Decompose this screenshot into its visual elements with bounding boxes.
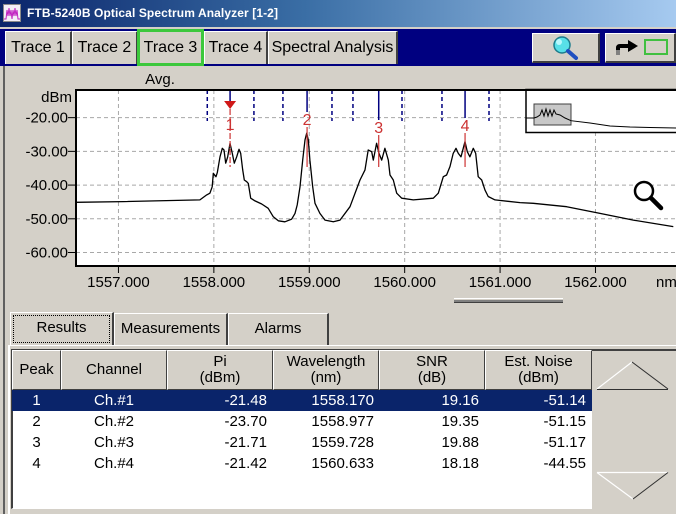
magnifier-icon [553, 36, 578, 60]
tab-panel-left-border [8, 345, 10, 514]
title-bar: FTB-5240B Optical Spectrum Analyzer [1-2… [0, 0, 676, 27]
cell-peak: 3 [32, 434, 41, 451]
column-header-unit: (dB) [417, 369, 447, 386]
peak-marker-label: 3 [374, 120, 383, 137]
tab-trace-1[interactable]: Trace 1 [5, 31, 72, 64]
cell-wavelength: 1560.633 [311, 455, 374, 472]
y-tick-label: -50.00 [25, 211, 68, 228]
table-row[interactable]: 3 Ch.#3 -21.71 1559.728 19.88 -51.17 [12, 432, 592, 453]
x-tick-label: 1559.000 [278, 274, 341, 291]
cell-pi: -23.70 [224, 413, 267, 430]
cell-peak: 2 [32, 413, 41, 430]
column-header-unit: (nm) [310, 369, 342, 386]
x-tick-label: 1557.000 [87, 274, 150, 291]
cell-snr: 18.18 [441, 455, 479, 472]
cell-wavelength: 1559.728 [311, 434, 374, 451]
tab-alarms[interactable]: Alarms [228, 313, 329, 345]
x-tick-label: 1558.000 [183, 274, 246, 291]
focus-outline [13, 315, 110, 343]
peak-marker-label: 4 [461, 118, 470, 135]
x-tick-label: 1561.000 [469, 274, 532, 291]
spectrum-chart[interactable]: Avg. dBm nm 1 2 3 4 1557.000 1558.000 1559.00… [0, 66, 676, 310]
chart-title: Avg. [145, 71, 175, 88]
cell-wavelength: 1558.170 [311, 392, 374, 409]
cell-pi: -21.71 [224, 434, 267, 451]
cell-snr: 19.16 [441, 392, 479, 409]
scroll-up-button[interactable] [594, 355, 674, 393]
x-tick-label: 1562.000 [564, 274, 627, 291]
zoom-button[interactable] [532, 33, 600, 63]
table-scroll-panel [592, 349, 676, 509]
x-axis-unit-label: nm [656, 274, 676, 291]
cell-est-noise: -51.15 [543, 413, 586, 430]
tab-trace-2[interactable]: Trace 2 [72, 31, 138, 64]
cell-est-noise: -51.17 [543, 434, 586, 451]
cell-channel: Ch.#2 [93, 413, 135, 430]
tab-spectral-analysis[interactable]: Spectral Analysis [268, 31, 398, 64]
y-tick-label: -30.00 [25, 143, 68, 160]
column-header-title: SNR [416, 353, 448, 370]
cell-pi: -21.48 [224, 392, 267, 409]
column-header-pi[interactable]: Pi (dBm) [167, 350, 273, 390]
cell-wavelength: 1558.977 [311, 413, 374, 430]
cell-snr: 19.35 [441, 413, 479, 430]
column-header-unit: (dBm) [518, 369, 559, 386]
peak-marker-label: 1 [226, 117, 235, 134]
cell-channel: Ch.#4 [93, 455, 135, 472]
cell-channel: Ch.#1 [93, 392, 135, 409]
column-header-channel[interactable]: Channel [61, 350, 167, 390]
column-header-peak[interactable]: Peak [12, 350, 61, 390]
tab-trace-4[interactable]: Trace 4 [204, 31, 268, 64]
column-header-title: Wavelength [286, 353, 366, 370]
column-header-title: Pi [213, 353, 227, 370]
column-header-title: Est. Noise [504, 353, 573, 370]
column-header-snr[interactable]: SNR (dB) [379, 350, 485, 390]
cell-est-noise: -51.14 [543, 392, 586, 409]
chart-horizontal-scroll-thumb[interactable] [454, 298, 563, 302]
cell-channel: Ch.#3 [93, 434, 135, 451]
tab-results[interactable]: Results [10, 312, 114, 346]
peak-marker-label: 2 [303, 112, 312, 129]
y-tick-label: -20.00 [25, 110, 68, 127]
tab-measurements[interactable]: Measurements [114, 313, 228, 345]
cell-est-noise: -44.55 [543, 455, 586, 472]
column-header-title: Channel [86, 361, 142, 378]
column-header-est-noise[interactable]: Est. Noise (dBm) [485, 350, 592, 390]
table-row[interactable]: 1 Ch.#1 -21.48 1558.170 19.16 -51.14 [12, 390, 592, 411]
arrow-to-box-icon [616, 39, 668, 55]
tab-trace-3[interactable]: Trace 3 [137, 29, 204, 66]
cell-peak: 1 [32, 392, 41, 409]
y-axis-unit-label: dBm [41, 89, 72, 106]
table-row[interactable]: 4 Ch.#4 -21.42 1560.633 18.18 -44.55 [12, 453, 592, 474]
spectrum-app-icon [3, 4, 21, 22]
x-tick-label: 1560.000 [373, 274, 436, 291]
y-tick-label: -40.00 [25, 177, 68, 194]
column-header-unit: (dBm) [199, 369, 241, 386]
cell-snr: 19.88 [441, 434, 479, 451]
column-header-wavelength[interactable]: Wavelength (nm) [273, 350, 379, 390]
column-header-title: Peak [19, 361, 54, 378]
scroll-down-button[interactable] [594, 469, 674, 505]
tab-panel-border [8, 345, 676, 346]
cell-pi: -21.42 [224, 455, 267, 472]
window-title: FTB-5240B Optical Spectrum Analyzer [1-2… [27, 6, 279, 20]
cell-peak: 4 [32, 455, 41, 472]
export-button[interactable] [605, 33, 676, 63]
table-row[interactable]: 2 Ch.#2 -23.70 1558.977 19.35 -51.15 [12, 411, 592, 432]
overview-inset[interactable] [525, 88, 676, 134]
y-tick-label: -60.00 [25, 245, 68, 262]
